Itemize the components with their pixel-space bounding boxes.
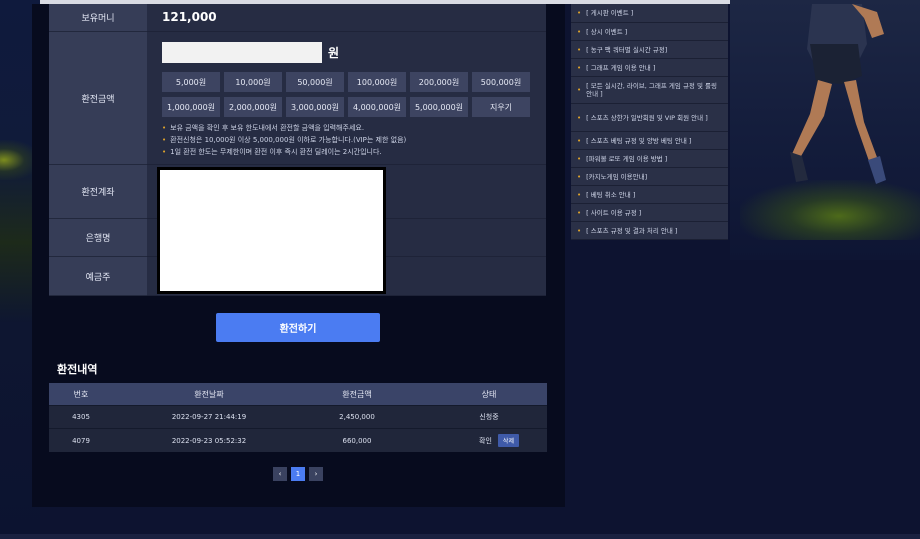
bullet-icon: • [162,124,167,132]
amount-button-100000[interactable]: 100,000원 [348,72,406,92]
column-header: 환전날짜 [194,389,224,399]
amount-button-200000[interactable]: 200,000원 [410,72,468,92]
player-image [790,4,886,184]
clear-button[interactable]: 지우기 [472,97,530,117]
amount-label: 환전금액 [49,32,147,165]
bullet-icon: • [577,9,582,17]
bullet-icon: • [577,45,582,54]
row-number: 4305 [72,413,90,421]
table-row: 4305 2022-09-27 21:44:19 2,450,000 신청중 [49,405,547,428]
amount-button-3000000[interactable]: 3,000,000원 [286,97,344,117]
table-row: 4079 2022-09-23 05:52:32 660,000 확인 삭제 [49,428,547,452]
bullet-icon: • [577,154,582,163]
history-table-header: 번호 환전날짜 환전금액 상태 [49,383,547,405]
row-number: 4079 [72,436,90,445]
bullet-icon: • [577,208,582,217]
bullet-icon: • [162,148,167,156]
sidebar-item[interactable]: •[ 사이트 이용 규정 ] [571,204,728,222]
balance-value: 121,000 [162,10,217,24]
account-label: 환전계좌 [49,165,147,219]
sidebar-item[interactable]: • [파워볼 로또 게임 이용 방법 ] [571,150,728,168]
amount-input[interactable] [162,42,322,63]
bank-label: 은행명 [49,219,147,257]
bottom-border [0,534,920,539]
amount-button-5000[interactable]: 5,000원 [162,72,220,92]
row-date: 2022-09-27 21:44:19 [171,413,247,421]
balance-label: 보유머니 [49,4,147,32]
sidebar-item[interactable]: •[ 그래프 게임 이용 안내 ] [571,59,728,77]
column-header: 번호 [73,389,89,399]
page-1-button[interactable]: 1 [291,467,305,481]
redacted-account-info [157,167,386,294]
column-header: 환전금액 [342,389,372,399]
row-amount: 660,000 [342,436,372,445]
row-status-cell: 확인 삭제 [449,429,549,452]
amount-button-4000000[interactable]: 4,000,000원 [348,97,406,117]
amount-button-10000[interactable]: 10,000원 [224,72,282,92]
sidebar-item[interactable]: •[ 스포츠 규정 및 결과 처리 안내 ] [571,222,728,240]
currency-unit: 원 [328,46,340,60]
bullet-icon: • [577,136,582,145]
bullet-icon: • [577,63,582,72]
sidebar-item[interactable]: •[ 게시판 이벤트 ] [571,4,728,23]
amount-button-5000000[interactable]: 5,000,000원 [410,97,468,117]
sidebar-item[interactable]: • [카지노게임 이용안내] [571,168,728,186]
sidebar-item[interactable]: •[ 스포츠 상한가 일반회원 및 VIP 회원 안내 ] [571,104,728,132]
column-header: 상태 [481,389,497,399]
sidebar-item[interactable]: •[ 상시 이벤트 ] [571,23,728,41]
note-item: • 환전신청은 10,000원 이상 5,000,000원 이하로 가능합니다.(… [162,136,407,144]
bullet-icon: • [577,190,582,199]
bullet-icon: • [577,113,582,122]
history-title: 환전내역 [57,363,98,376]
amount-button-2000000[interactable]: 2,000,000원 [224,97,282,117]
prev-page-button[interactable]: ‹ [273,467,287,481]
bullet-icon: • [577,226,582,235]
sidebar-item[interactable]: •[ 농구 팩 쿼터별 실시간 규정] [571,41,728,59]
bullet-icon: • [577,27,582,36]
bullet-icon: • [162,136,167,144]
exchange-submit-button[interactable]: 환전하기 [216,313,380,342]
row-status: 신청중 [479,413,499,421]
note-item: • 보유 금액을 확인 후 보유 한도내에서 환전할 금액을 입력해주세요. [162,124,365,132]
sidebar-item[interactable]: •[ 베팅 취소 안내 ] [571,186,728,204]
amount-button-50000[interactable]: 50,000원 [286,72,344,92]
row-date: 2022-09-23 05:52:32 [171,436,247,445]
amount-button-1000000[interactable]: 1,000,000원 [162,97,220,117]
row-status: 확인 [479,436,492,445]
sidebar-item[interactable]: •[ 모든 실시간, 라이브, 그래프 게임 규정 및 룰링 안내 ] [571,77,728,104]
note-item: • 1일 환전 한도는 무제한이며 환전 이후 즉시 환전 딜레이는 2시간입니다… [162,148,382,156]
bullet-icon: • [577,172,582,181]
row-amount: 2,450,000 [339,413,375,421]
amount-button-500000[interactable]: 500,000원 [472,72,530,92]
delete-button[interactable]: 삭제 [497,434,519,447]
holder-label: 예금주 [49,257,147,296]
bullet-icon: • [577,86,582,94]
next-page-button[interactable]: › [309,467,323,481]
sidebar-item[interactable]: •[ 스포츠 베팅 규정 및 양방 베팅 안내 ] [571,132,728,150]
